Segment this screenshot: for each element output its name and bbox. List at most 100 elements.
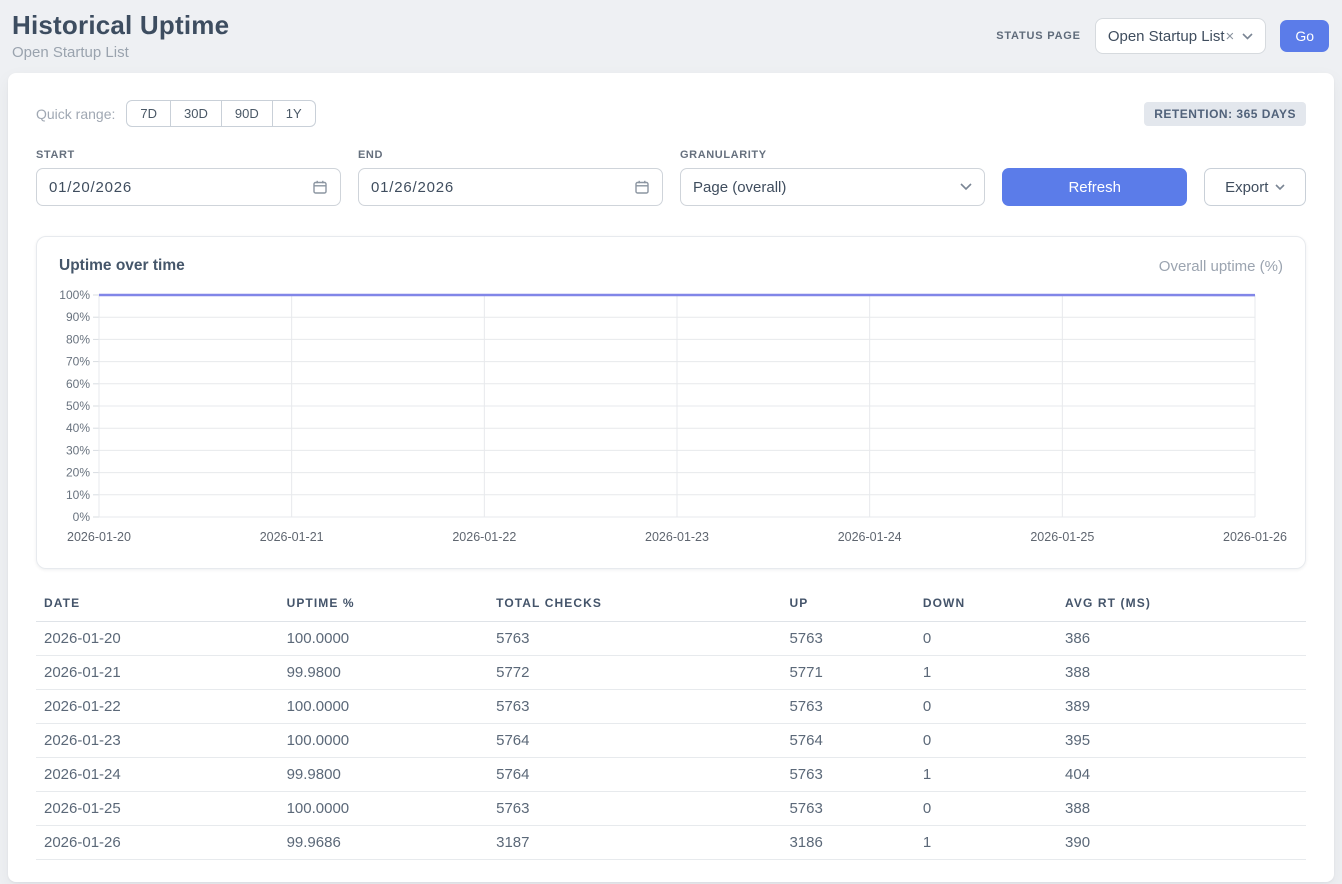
table-cell: 388 xyxy=(1057,792,1306,826)
main-panel: Quick range: 7D30D90D1Y RETENTION: 365 D… xyxy=(8,73,1334,882)
status-page-label: STATUS PAGE xyxy=(996,30,1081,42)
table-cell: 1 xyxy=(915,656,1057,690)
table-cell: 1 xyxy=(915,826,1057,860)
svg-text:70%: 70% xyxy=(66,355,90,369)
chart-header: Uptime over time Overall uptime (%) xyxy=(59,257,1283,275)
svg-text:0%: 0% xyxy=(73,510,91,524)
quick-range-30d-button[interactable]: 30D xyxy=(171,100,222,127)
table-cell: 2026-01-24 xyxy=(36,758,279,792)
table-cell: 386 xyxy=(1057,622,1306,656)
table-cell: 1 xyxy=(915,758,1057,792)
filter-form-row: START 01/20/2026 END 01/26/2026 GRANULAR… xyxy=(36,149,1306,206)
chart-title: Uptime over time xyxy=(59,257,185,275)
go-button[interactable]: Go xyxy=(1280,20,1329,52)
column-header: DOWN xyxy=(915,590,1057,622)
table-row: 2026-01-2199.9800577257711388 xyxy=(36,656,1306,690)
table-row: 2026-01-22100.0000576357630389 xyxy=(36,690,1306,724)
svg-text:40%: 40% xyxy=(66,421,90,435)
table-cell: 5764 xyxy=(488,724,781,758)
svg-text:2026-01-26: 2026-01-26 xyxy=(1223,530,1287,544)
table-cell: 5763 xyxy=(781,758,914,792)
end-date-field: END 01/26/2026 xyxy=(358,149,663,206)
table-cell: 5763 xyxy=(781,622,914,656)
table-header-row: DATEUPTIME %TOTAL CHECKSUPDOWNAVG RT (MS… xyxy=(36,590,1306,622)
table-cell: 100.0000 xyxy=(279,622,489,656)
svg-text:50%: 50% xyxy=(66,399,90,413)
svg-text:100%: 100% xyxy=(59,288,90,302)
quick-range-row: Quick range: 7D30D90D1Y RETENTION: 365 D… xyxy=(36,100,1306,127)
start-date-field: START 01/20/2026 xyxy=(36,149,341,206)
granularity-field: GRANULARITY Page (overall) xyxy=(680,149,985,206)
table-row: 2026-01-2699.9686318731861390 xyxy=(36,826,1306,860)
table-cell: 5764 xyxy=(781,724,914,758)
table-cell: 0 xyxy=(915,690,1057,724)
svg-text:80%: 80% xyxy=(66,332,90,346)
svg-text:90%: 90% xyxy=(66,310,90,324)
clear-selection-icon[interactable]: × xyxy=(1226,28,1235,45)
table-cell: 5763 xyxy=(781,690,914,724)
chart-plot-area: 0%10%20%30%40%50%60%70%80%90%100%2026-01… xyxy=(59,285,1283,552)
svg-text:2026-01-25: 2026-01-25 xyxy=(1030,530,1094,544)
uptime-chart-card: Uptime over time Overall uptime (%) 0% 10… xyxy=(36,236,1306,569)
page-title: Historical Uptime xyxy=(12,10,229,41)
quick-range-1y-button[interactable]: 1Y xyxy=(273,100,316,127)
svg-text:10%: 10% xyxy=(66,488,90,502)
table-cell: 2026-01-26 xyxy=(36,826,279,860)
table-cell: 100.0000 xyxy=(279,792,489,826)
export-button[interactable]: Export xyxy=(1204,168,1306,206)
calendar-icon[interactable] xyxy=(634,179,650,195)
uptime-table: DATEUPTIME %TOTAL CHECKSUPDOWNAVG RT (MS… xyxy=(36,590,1306,860)
refresh-button[interactable]: Refresh xyxy=(1002,168,1187,206)
table-cell: 389 xyxy=(1057,690,1306,724)
table-cell: 5763 xyxy=(488,792,781,826)
column-header: TOTAL CHECKS xyxy=(488,590,781,622)
table-cell: 3187 xyxy=(488,826,781,860)
granularity-label: GRANULARITY xyxy=(680,149,985,161)
table-cell: 0 xyxy=(915,792,1057,826)
table-row: 2026-01-25100.0000576357630388 xyxy=(36,792,1306,826)
svg-text:2026-01-23: 2026-01-23 xyxy=(645,530,709,544)
chevron-down-icon xyxy=(960,183,972,191)
svg-text:2026-01-21: 2026-01-21 xyxy=(260,530,324,544)
calendar-icon[interactable] xyxy=(312,179,328,195)
granularity-select[interactable]: Page (overall) xyxy=(680,168,985,206)
top-header: Historical Uptime Open Startup List STAT… xyxy=(0,0,1342,73)
retention-badge: RETENTION: 365 DAYS xyxy=(1144,102,1306,126)
uptime-line-chart: 0%10%20%30%40%50%60%70%80%90%100%2026-01… xyxy=(59,285,1289,547)
table-cell: 2026-01-21 xyxy=(36,656,279,690)
chevron-down-icon xyxy=(1242,33,1253,40)
table-cell: 2026-01-25 xyxy=(36,792,279,826)
column-header: AVG RT (MS) xyxy=(1057,590,1306,622)
table-cell: 99.9686 xyxy=(279,826,489,860)
table-cell: 2026-01-20 xyxy=(36,622,279,656)
quick-range-7d-button[interactable]: 7D xyxy=(126,100,171,127)
table-cell: 388 xyxy=(1057,656,1306,690)
status-page-value: Open Startup List xyxy=(1108,28,1225,45)
quick-range-group: 7D30D90D1Y xyxy=(126,100,315,127)
table-cell: 390 xyxy=(1057,826,1306,860)
table-cell: 2026-01-23 xyxy=(36,724,279,758)
start-date-value: 01/20/2026 xyxy=(49,179,132,196)
page-subtitle: Open Startup List xyxy=(12,44,229,61)
table-row: 2026-01-23100.0000576457640395 xyxy=(36,724,1306,758)
column-header: UPTIME % xyxy=(279,590,489,622)
svg-text:2026-01-24: 2026-01-24 xyxy=(838,530,902,544)
quick-range-90d-button[interactable]: 90D xyxy=(222,100,273,127)
status-page-select[interactable]: Open Startup List × xyxy=(1095,18,1267,54)
table-cell: 5772 xyxy=(488,656,781,690)
table-cell: 3186 xyxy=(781,826,914,860)
start-date-input[interactable]: 01/20/2026 xyxy=(36,168,341,206)
svg-text:2026-01-22: 2026-01-22 xyxy=(452,530,516,544)
table-cell: 0 xyxy=(915,622,1057,656)
column-header: DATE xyxy=(36,590,279,622)
status-page-controls: STATUS PAGE Open Startup List × Go xyxy=(996,18,1329,54)
end-date-input[interactable]: 01/26/2026 xyxy=(358,168,663,206)
table-cell: 100.0000 xyxy=(279,690,489,724)
table-cell: 5763 xyxy=(781,792,914,826)
table-cell: 100.0000 xyxy=(279,724,489,758)
table-cell: 5763 xyxy=(488,622,781,656)
table-cell: 2026-01-22 xyxy=(36,690,279,724)
chart-legend: Overall uptime (%) xyxy=(1159,258,1283,275)
column-header: UP xyxy=(781,590,914,622)
svg-text:2026-01-20: 2026-01-20 xyxy=(67,530,131,544)
